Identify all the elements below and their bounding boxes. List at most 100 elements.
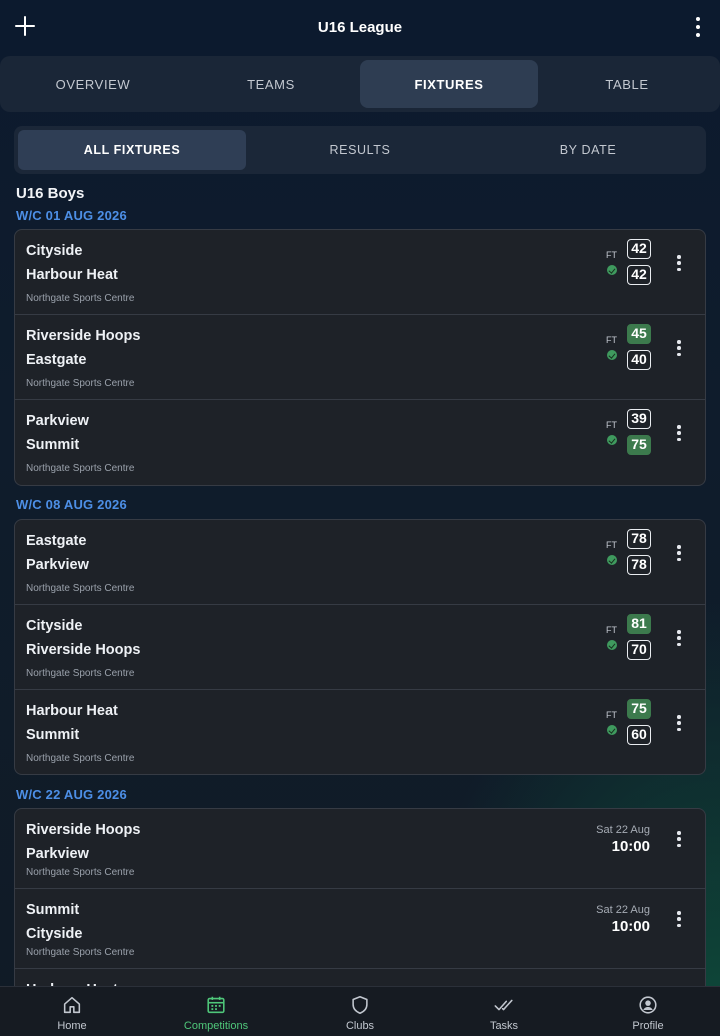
- subtab-by-date[interactable]: BY DATE: [474, 130, 702, 170]
- tab-fixtures[interactable]: FIXTURES: [360, 60, 538, 108]
- fixtures-card: Cityside Harbour Heat Northgate Sports C…: [14, 229, 706, 486]
- away-team: Summit: [26, 437, 80, 453]
- fixture-row[interactable]: Cityside Harbour Heat Northgate Sports C…: [15, 230, 705, 315]
- week-heading: W/C 08 AUG 2026: [16, 497, 127, 512]
- more-vertical-icon[interactable]: [676, 911, 682, 927]
- venue: Northgate Sports Centre: [26, 293, 135, 304]
- app-bar: U16 League: [0, 0, 720, 56]
- venue: Northgate Sports Centre: [26, 947, 135, 958]
- away-team: Riverside Hoops: [26, 642, 141, 658]
- away-score: 40: [627, 350, 651, 370]
- check-circle-icon: [607, 555, 617, 565]
- fixture-row[interactable]: Cityside Riverside Hoops Northgate Sport…: [15, 605, 705, 690]
- bottom-navigation: Home Competitions Clubs Tasks Profile: [0, 986, 720, 1036]
- nav-label: Home: [57, 1020, 87, 1032]
- home-team: Cityside: [26, 618, 83, 634]
- fixture-date: Sat 22 Aug: [596, 904, 650, 916]
- week-heading: W/C 22 AUG 2026: [16, 787, 127, 802]
- more-vertical-icon[interactable]: [676, 630, 682, 646]
- check-circle-icon: [607, 435, 617, 445]
- nav-profile[interactable]: Profile: [576, 987, 720, 1036]
- away-score: 42: [627, 265, 651, 285]
- venue: Northgate Sports Centre: [26, 583, 135, 594]
- more-vertical-icon[interactable]: [676, 425, 682, 441]
- shield-icon: [352, 995, 368, 1015]
- nav-clubs[interactable]: Clubs: [288, 987, 432, 1036]
- subtab-results[interactable]: RESULTS: [246, 130, 474, 170]
- fixture-row[interactable]: Riverside Hoops Parkview Northgate Sport…: [15, 809, 705, 889]
- away-score: 78: [627, 555, 651, 575]
- fixture-filter-tabs: ALL FIXTURES RESULTS BY DATE: [14, 126, 706, 174]
- status-label: FT: [606, 335, 617, 345]
- double-check-icon: [494, 999, 513, 1011]
- away-score: 70: [627, 640, 651, 660]
- nav-label: Clubs: [345, 1020, 375, 1032]
- home-team: Summit: [26, 902, 80, 918]
- tab-overview[interactable]: OVERVIEW: [4, 60, 182, 108]
- home-score: 42: [627, 239, 651, 259]
- home-team: Riverside Hoops: [26, 822, 141, 838]
- fixture-time: 10:00: [611, 838, 650, 855]
- venue: Northgate Sports Centre: [26, 753, 135, 764]
- home-score: 39: [627, 409, 651, 429]
- status-label: FT: [606, 540, 617, 550]
- home-team: Eastgate: [26, 533, 87, 549]
- away-team: Eastgate: [26, 352, 87, 368]
- nav-label: Profile: [632, 1020, 664, 1032]
- away-score: 75: [627, 435, 651, 455]
- fixture-time: 10:00: [611, 918, 650, 935]
- fixture-date: Sat 22 Aug: [596, 824, 650, 836]
- nav-home[interactable]: Home: [0, 987, 144, 1036]
- away-score: 60: [627, 725, 651, 745]
- fixtures-card: Riverside Hoops Parkview Northgate Sport…: [14, 808, 706, 1008]
- fixture-row[interactable]: Parkview Summit Northgate Sports Centre …: [15, 400, 705, 485]
- home-team: Harbour Heat: [26, 703, 118, 719]
- more-vertical-icon[interactable]: [695, 17, 701, 37]
- nav-tasks[interactable]: Tasks: [432, 987, 576, 1036]
- more-vertical-icon[interactable]: [676, 255, 682, 271]
- check-circle-icon: [607, 350, 617, 360]
- fixture-row[interactable]: Eastgate Parkview Northgate Sports Centr…: [15, 520, 705, 605]
- status-label: FT: [606, 250, 617, 260]
- status-label: FT: [606, 710, 617, 720]
- away-team: Parkview: [26, 846, 89, 862]
- home-team: Riverside Hoops: [26, 328, 141, 344]
- fixture-row[interactable]: Riverside Hoops Eastgate Northgate Sport…: [15, 315, 705, 400]
- competition-tabs: OVERVIEW TEAMS FIXTURES TABLE: [0, 56, 720, 112]
- away-team: Cityside: [26, 926, 83, 942]
- more-vertical-icon[interactable]: [676, 340, 682, 356]
- status-label: FT: [606, 625, 617, 635]
- away-team: Summit: [26, 727, 80, 743]
- nav-label: Competitions: [183, 1020, 249, 1032]
- nav-label: Tasks: [489, 1020, 519, 1032]
- check-circle-icon: [607, 725, 617, 735]
- subtab-all-fixtures[interactable]: ALL FIXTURES: [18, 130, 246, 170]
- group-title: U16 Boys: [16, 185, 85, 202]
- more-vertical-icon[interactable]: [676, 545, 682, 561]
- home-team: Parkview: [26, 413, 89, 429]
- venue: Northgate Sports Centre: [26, 463, 135, 474]
- user-circle-icon: [639, 996, 657, 1014]
- status-label: FT: [606, 420, 617, 430]
- more-vertical-icon[interactable]: [676, 715, 682, 731]
- fixture-row[interactable]: Harbour Heat Summit Northgate Sports Cen…: [15, 690, 705, 774]
- nav-competitions[interactable]: Competitions: [144, 987, 288, 1036]
- home-icon: [63, 996, 81, 1014]
- home-score: 75: [627, 699, 651, 719]
- fixture-row[interactable]: Summit Cityside Northgate Sports Centre …: [15, 889, 705, 969]
- venue: Northgate Sports Centre: [26, 867, 135, 878]
- home-score: 78: [627, 529, 651, 549]
- away-team: Harbour Heat: [26, 267, 118, 283]
- away-team: Parkview: [26, 557, 89, 573]
- tab-table[interactable]: TABLE: [538, 60, 716, 108]
- more-vertical-icon[interactable]: [676, 831, 682, 847]
- check-circle-icon: [607, 640, 617, 650]
- tab-teams[interactable]: TEAMS: [182, 60, 360, 108]
- home-score: 81: [627, 614, 651, 634]
- home-score: 45: [627, 324, 651, 344]
- venue: Northgate Sports Centre: [26, 378, 135, 389]
- week-heading: W/C 01 AUG 2026: [16, 208, 127, 223]
- venue: Northgate Sports Centre: [26, 668, 135, 679]
- check-circle-icon: [607, 265, 617, 275]
- home-team: Cityside: [26, 243, 83, 259]
